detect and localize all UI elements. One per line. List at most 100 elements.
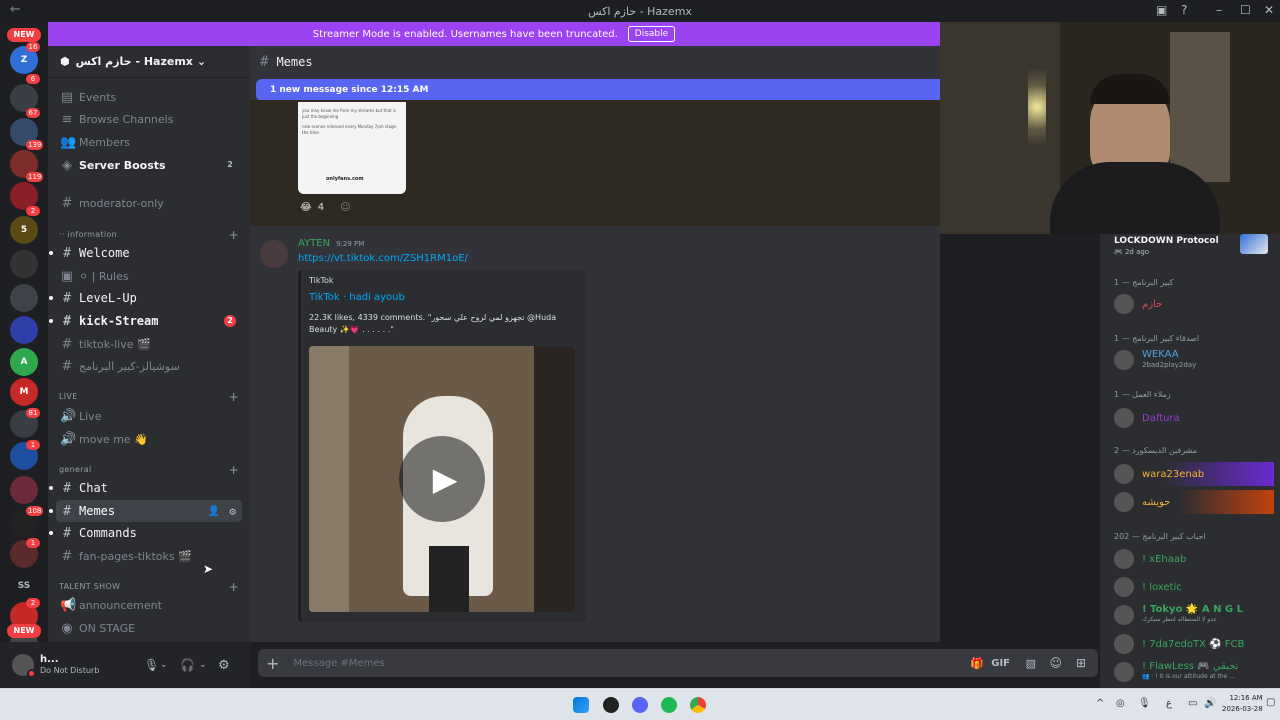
voice-channel-live[interactable]: 🔊 Live xyxy=(56,405,242,427)
new-messages-bar[interactable]: 1 new message since 12:15 AM xyxy=(256,79,940,101)
chevron-down-icon[interactable]: ⌄ xyxy=(199,660,207,670)
unread-badge: 67 xyxy=(26,108,40,118)
category-talent-show[interactable]: TALENT SHOW + xyxy=(59,580,239,594)
wifi-icon[interactable]: ▭ xyxy=(1188,698,1197,709)
unread-dot xyxy=(49,296,53,300)
channel-rules[interactable]: ▣ ⚪ | Rules xyxy=(56,265,242,287)
channel-tiktok-live[interactable]: # tiktok-live 🎬 xyxy=(56,333,242,355)
reaction[interactable]: 😂 4 ☺ xyxy=(300,202,351,213)
headphones-icon[interactable]: 🎧 xyxy=(180,658,195,672)
channel-kick-stream[interactable]: # kick-Stream 2 xyxy=(49,310,242,332)
member-item[interactable]: ! FlawLess 🎮 تحبقي 👥 · ! it is our attitu… xyxy=(1114,660,1274,684)
chrome-icon[interactable] xyxy=(690,697,706,713)
sidebar-item-server-boosts[interactable]: ◈ Server Boosts 2 xyxy=(56,154,242,176)
channel-welcome[interactable]: # Welcome xyxy=(49,242,242,264)
server-icon[interactable] xyxy=(10,250,38,278)
settings-gear-icon[interactable]: ⚙ xyxy=(218,658,230,673)
message-link[interactable]: https://vt.tiktok.com/ZSH1RM1oE/ xyxy=(298,253,468,264)
embed-video-thumbnail[interactable]: ▶ xyxy=(309,346,575,612)
stream-card-title[interactable]: LOCKDOWN Protocol xyxy=(1114,236,1219,246)
server-icon[interactable]: M xyxy=(10,378,38,406)
avatar[interactable] xyxy=(260,240,288,268)
windows-start-icon[interactable] xyxy=(573,697,589,713)
channel-commands[interactable]: # Commands xyxy=(49,522,242,544)
spotify-icon[interactable] xyxy=(661,697,677,713)
member-item[interactable]: حازم xyxy=(1114,292,1274,316)
member-item[interactable]: wara23enab xyxy=(1114,462,1274,486)
channel-fan-pages-tiktoks[interactable]: # fan-pages-tiktoks 🎬 xyxy=(56,545,242,567)
channel-moderator-only[interactable]: # moderator-only xyxy=(56,192,242,214)
server-icon-text[interactable]: SS xyxy=(10,572,38,600)
attach-plus-icon[interactable]: + xyxy=(266,654,279,673)
play-button[interactable]: ▶ xyxy=(399,436,485,522)
add-channel-icon[interactable]: + xyxy=(229,463,239,477)
embed-title[interactable]: TikTok · hadi ayoub xyxy=(309,292,405,303)
server-header[interactable]: ⬢ حازم اكس - Hazemx ⌄ 👤 xyxy=(48,46,291,78)
server-icon[interactable] xyxy=(10,316,38,344)
sidebar-item-browse-channels[interactable]: ≡ Browse Channels xyxy=(56,108,242,130)
clock[interactable]: 12:16 AM 2026-03-28 xyxy=(1222,693,1263,715)
notifications-icon[interactable]: ▢ xyxy=(1266,697,1275,708)
discord-icon[interactable] xyxy=(632,697,648,713)
window-title: حازم اكس - Hazemx xyxy=(588,4,692,18)
member-item[interactable]: Daftura xyxy=(1114,406,1274,430)
unread-badge: 139 xyxy=(26,140,44,150)
add-channel-icon[interactable]: + xyxy=(229,228,239,242)
add-channel-icon[interactable]: + xyxy=(229,580,239,594)
channel-level-up[interactable]: # LeveL-Up xyxy=(49,287,242,309)
gift-icon[interactable]: 🎁 xyxy=(970,657,984,670)
member-item[interactable]: ! 7da7edoTX ⚽ FCB xyxy=(1114,632,1274,656)
tray-mic-icon[interactable]: 🎙 xyxy=(1138,698,1151,709)
laughing-emoji-icon: 😂 xyxy=(300,202,312,213)
minimize-button[interactable]: – xyxy=(1216,3,1222,17)
sidebar-item-events[interactable]: ▤ Events xyxy=(56,86,242,108)
message-author[interactable]: AYTEN xyxy=(298,238,330,249)
server-icon[interactable] xyxy=(10,284,38,312)
chevron-down-icon[interactable]: ⌄ xyxy=(160,660,168,670)
help-icon[interactable]: ? xyxy=(1181,3,1187,17)
tray-icon[interactable]: ◎ xyxy=(1116,698,1125,709)
chat-header: # Memes xyxy=(250,46,940,78)
invite-icon[interactable]: 👤 xyxy=(208,506,220,517)
channel-socials[interactable]: # سوشيالز-كبير البرنامج xyxy=(56,355,242,377)
inbox-icon[interactable]: ▣ xyxy=(1156,3,1167,17)
member-item[interactable]: ! xEhaab xyxy=(1114,547,1274,571)
message-input[interactable]: + Message #Memes 🎁 GIF ▧ ☺ ⊞ xyxy=(258,649,1098,677)
category-information[interactable]: ·· information + xyxy=(59,228,239,242)
category-live[interactable]: LIVE + xyxy=(59,390,239,404)
apps-icon[interactable]: ⊞ xyxy=(1076,656,1086,670)
chevron-down-icon[interactable]: ⌄ xyxy=(197,55,206,68)
tray-chevron-icon[interactable]: ^ xyxy=(1096,698,1104,709)
volume-icon[interactable]: 🔊 xyxy=(1204,698,1216,709)
server-icon[interactable]: 5 xyxy=(10,216,38,244)
emoji-icon[interactable]: ☺ xyxy=(1049,656,1062,670)
add-channel-icon[interactable]: + xyxy=(229,390,239,404)
channel-chat[interactable]: # Chat xyxy=(49,477,242,499)
sidebar-item-members[interactable]: 👥 Members xyxy=(56,131,242,153)
channel-announcement[interactable]: 📢 announcement xyxy=(56,594,242,616)
maximize-button[interactable]: ☐ xyxy=(1240,3,1251,17)
back-arrow-icon[interactable]: ← xyxy=(10,2,21,17)
disable-streamer-button[interactable]: Disable xyxy=(627,26,676,42)
input-language[interactable]: ع xyxy=(1166,698,1172,709)
channel-memes[interactable]: # Memes 👤 ⚙ xyxy=(49,500,242,522)
taskbar: ^ ◎ 🎙 ع ▭ 🔊 12:16 AM 2026-03-28 ▢ xyxy=(0,688,1280,720)
member-item[interactable]: حويشه xyxy=(1114,490,1274,514)
meme-image[interactable]: you may know me from my streams but that… xyxy=(298,102,406,194)
app-icon[interactable] xyxy=(603,697,619,713)
add-reaction-icon[interactable]: ☺ xyxy=(340,202,350,213)
gif-icon[interactable]: GIF xyxy=(991,658,1010,669)
avatar[interactable] xyxy=(12,654,36,678)
server-icon[interactable]: A xyxy=(10,348,38,376)
server-icon[interactable] xyxy=(10,476,38,504)
member-item[interactable]: ! loxetic xyxy=(1114,575,1274,599)
category-general[interactable]: general + xyxy=(59,463,239,477)
close-button[interactable]: ✕ xyxy=(1264,3,1274,17)
microphone-icon[interactable]: 🎙 xyxy=(144,658,159,672)
stage-channel-on-stage[interactable]: ◉ ON STAGE xyxy=(56,617,242,639)
member-item[interactable]: WEKAA 2bad2play2day xyxy=(1114,348,1274,372)
gear-icon[interactable]: ⚙ xyxy=(229,505,236,518)
sticker-icon[interactable]: ▧ xyxy=(1026,657,1036,670)
member-item[interactable]: ! Tokyo 🌟 A N G L عدو لا المنتظاله انتظر … xyxy=(1114,603,1274,627)
voice-channel-move-me[interactable]: 🔊 move me 👋 xyxy=(56,428,242,450)
